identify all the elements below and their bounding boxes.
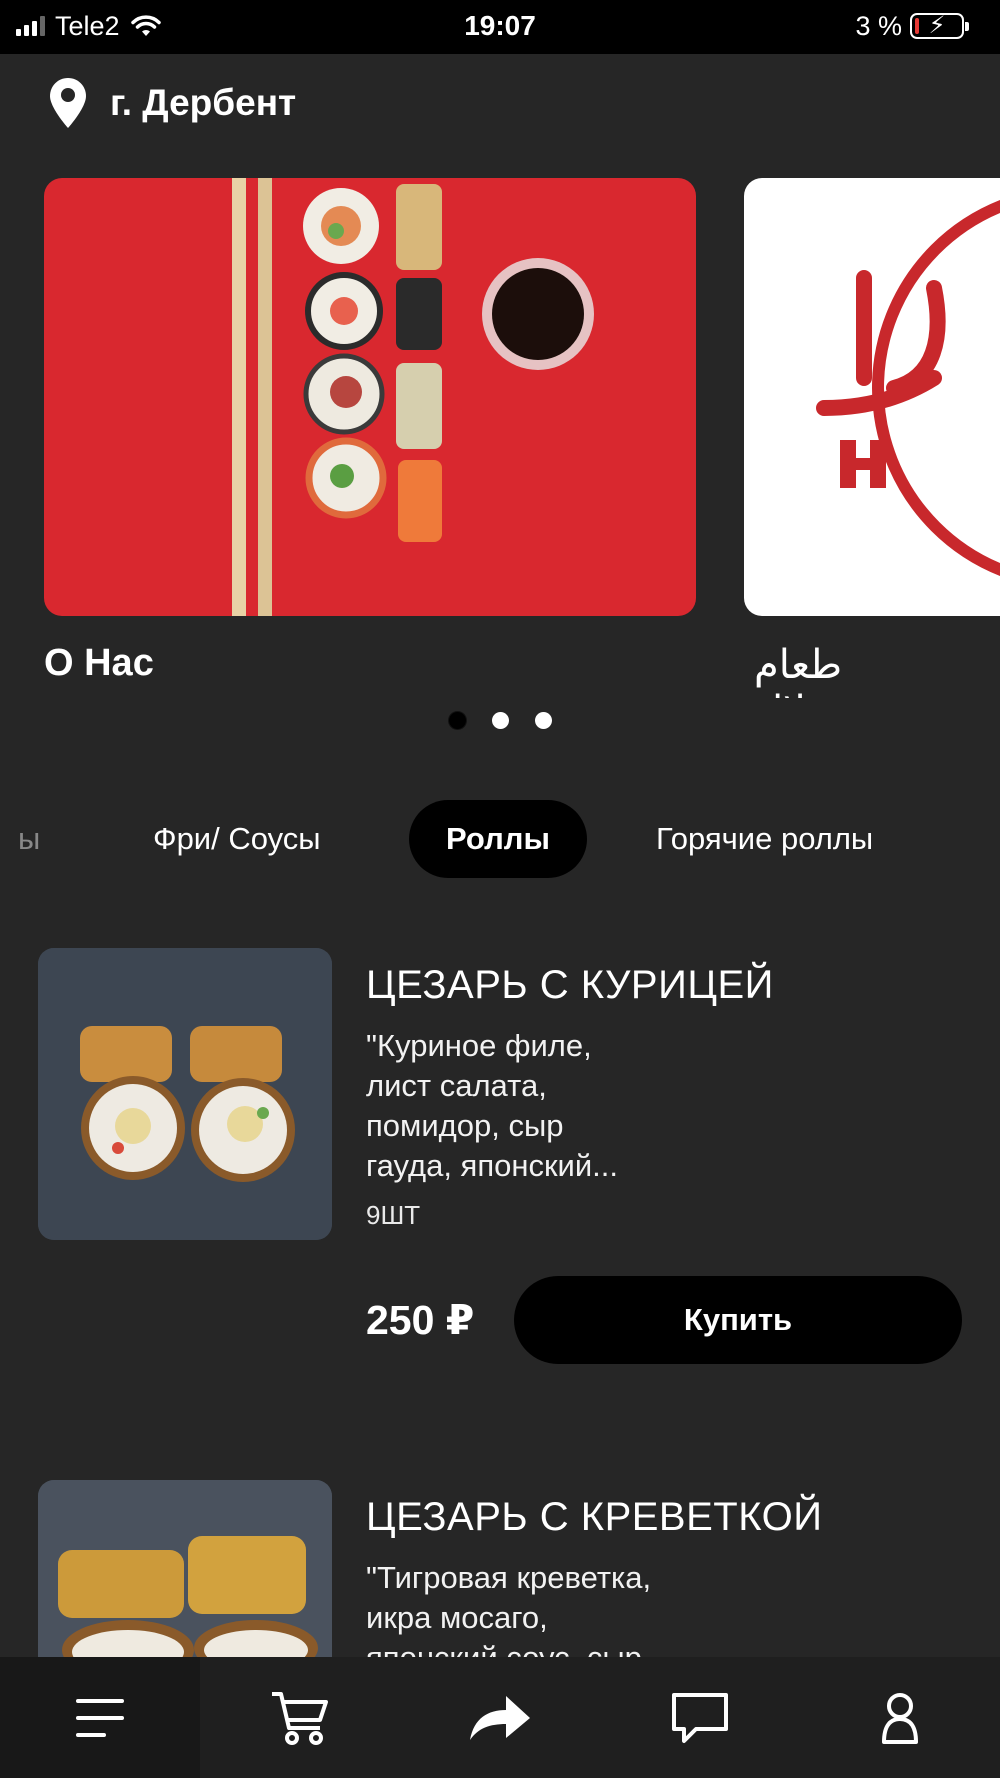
carousel-slide-about[interactable]: О Нас — [44, 178, 696, 685]
product-card[interactable]: ЦЕЗАРЬ С КУРИЦЕЙ "Куриное филе, лист сал… — [38, 948, 962, 1378]
charging-bolt-icon: ⚡ — [928, 12, 946, 39]
halal-logo-image — [744, 178, 1000, 616]
promo-carousel[interactable]: О Нас طعام حلال — [0, 178, 1000, 698]
battery-percent: 3 % — [855, 10, 902, 41]
menu-icon — [76, 1698, 124, 1737]
carousel-dot[interactable] — [491, 712, 509, 729]
nav-profile[interactable] — [800, 1657, 1000, 1778]
nav-cart[interactable] — [200, 1657, 400, 1778]
category-tabs[interactable]: ы Фри/ Соусы Роллы Горячие роллы — [0, 800, 1000, 878]
slide-caption: طعام حلال — [754, 642, 843, 698]
product-card[interactable]: ЦЕЗАРЬ С КРЕВЕТКОЙ "Тигровая креветка, и… — [38, 1480, 962, 1657]
buy-button[interactable]: Купить — [514, 1276, 962, 1364]
sushi-banner-image — [44, 178, 696, 616]
buy-row: 250 ₽ Купить — [366, 1276, 962, 1364]
cart-icon — [272, 1691, 328, 1745]
slide-caption: О Нас — [44, 642, 154, 684]
status-bar: Tele2 19:07 3 % ⚡ — [0, 0, 1000, 54]
product-image[interactable] — [38, 1480, 332, 1657]
product-name: ЦЕЗАРЬ С КРЕВЕТКОЙ — [366, 1495, 823, 1539]
product-name: ЦЕЗАРЬ С КУРИЦЕЙ — [366, 963, 774, 1007]
tab-hot-rolls[interactable]: Горячие роллы — [656, 800, 873, 878]
tab-rolls[interactable]: Роллы — [409, 800, 587, 878]
nav-menu[interactable] — [0, 1657, 200, 1778]
status-right: 3 % ⚡ — [855, 8, 969, 44]
product-description: "Куриное филе, лист салата, помидор, сыр… — [366, 1028, 619, 1183]
product-info: ЦЕЗАРЬ С КРЕВЕТКОЙ "Тигровая креветка, и… — [366, 1480, 962, 1657]
carousel-slide-halal[interactable]: طعام حلال — [744, 178, 1000, 698]
nav-share[interactable] — [400, 1657, 600, 1778]
tab-partial[interactable]: ы — [18, 800, 40, 878]
profile-icon — [882, 1692, 918, 1744]
carousel-dot[interactable] — [448, 712, 466, 729]
carousel-dot[interactable] — [534, 712, 552, 729]
nav-chat[interactable] — [600, 1657, 800, 1778]
share-icon — [470, 1695, 530, 1740]
product-image[interactable] — [38, 948, 332, 1240]
bottom-navigation — [0, 1657, 1000, 1778]
product-quantity: 9ШТ — [366, 1200, 421, 1230]
tab-fries-sauces[interactable]: Фри/ Соусы — [153, 800, 321, 878]
location-selector[interactable]: г. Дербент — [48, 76, 296, 130]
product-info: ЦЕЗАРЬ С КУРИЦЕЙ "Куриное филе, лист сал… — [366, 948, 962, 1364]
product-price: 250 ₽ — [366, 1297, 475, 1343]
chat-icon — [672, 1692, 728, 1743]
location-pin-icon — [50, 78, 86, 128]
city-name: г. Дербент — [110, 82, 297, 123]
carousel-pagination — [0, 712, 1000, 729]
clock: 19:07 — [464, 10, 536, 41]
product-description: "Тигровая креветка, икра мосаго, японски… — [366, 1560, 652, 1657]
battery-icon: ⚡ — [910, 12, 969, 39]
